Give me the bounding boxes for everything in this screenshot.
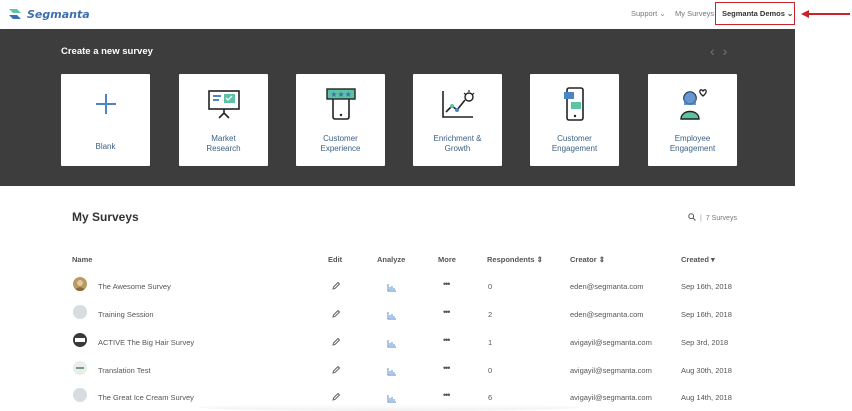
segmanta-logo[interactable]: Segmanta (7, 6, 90, 22)
template-card-market-research[interactable]: Market Research (179, 74, 268, 166)
bar-chart-icon[interactable] (387, 363, 397, 381)
sort-icon: ⇕ (598, 255, 606, 264)
survey-name[interactable]: ACTIVE The Big Hair Survey (98, 338, 194, 347)
create-survey-band: Create a new survey ‹› Blank Market Rese… (0, 29, 795, 186)
chevron-left-icon[interactable]: ‹ (710, 43, 723, 59)
survey-count: 7 Surveys (705, 214, 737, 222)
carousel-arrows: ‹› (710, 43, 735, 59)
template-label: Employee Engagement (669, 134, 716, 153)
column-name: Name (72, 255, 93, 264)
plus-icon (61, 86, 150, 122)
created-date: Aug 14th, 2018 (681, 393, 732, 402)
respondent-count: 2 (488, 310, 493, 319)
table-row[interactable]: ACTIVE The Big Hair Survey ••• 1 avigayi… (0, 328, 795, 355)
sort-desc-icon: ▾ (711, 255, 715, 264)
chevron-down-icon: ⌄ (659, 9, 666, 18)
survey-name[interactable]: The Great Ice Cream Survey (98, 393, 194, 402)
separator: | (700, 214, 702, 222)
survey-search[interactable]: | 7 Surveys (688, 213, 737, 223)
pencil-icon[interactable] (331, 362, 341, 380)
nav-support[interactable]: Support ⌄ (631, 9, 666, 18)
created-date: Aug 30th, 2018 (681, 366, 732, 375)
creator-email: eden@segmanta.com (570, 282, 644, 291)
column-analyze: Analyze (377, 255, 406, 264)
bar-chart-icon[interactable] (387, 335, 397, 353)
column-creator[interactable]: Creator ⇕ (570, 255, 605, 264)
pencil-icon[interactable] (331, 306, 341, 324)
more-dots-icon[interactable]: ••• (443, 307, 451, 317)
avatar (73, 305, 87, 319)
created-date: Sep 3rd, 2018 (681, 338, 729, 347)
template-card-blank[interactable]: Blank (61, 74, 150, 166)
avatar (73, 388, 87, 402)
respondent-count: 0 (488, 282, 493, 291)
my-surveys-title: My Surveys (72, 210, 139, 224)
phone-engagement-icon (530, 86, 619, 122)
bar-chart-icon[interactable] (387, 279, 397, 297)
template-label: Customer Experience (320, 134, 361, 153)
creator-email: avigayil@segmanta.com (570, 393, 652, 402)
created-date: Sep 16th, 2018 (681, 282, 732, 291)
top-header: Segmanta Support ⌄ My Surveys Segmanta D… (0, 0, 795, 29)
template-card-employee-engagement[interactable]: Employee Engagement (648, 74, 737, 166)
more-dots-icon[interactable]: ••• (443, 390, 451, 400)
presentation-icon (179, 86, 268, 122)
bar-chart-icon[interactable] (387, 307, 397, 325)
avatar (73, 361, 87, 375)
survey-name[interactable]: The Awesome Survey (98, 282, 171, 291)
table-row[interactable]: Training Session ••• 2 eden@segmanta.com… (0, 300, 795, 327)
template-label: Customer Engagement (551, 134, 598, 153)
template-label: Enrichment & Growth (433, 134, 482, 153)
template-label: Market Research (206, 134, 241, 153)
template-card-customer-engagement[interactable]: Customer Engagement (530, 74, 619, 166)
logo-mark-icon (7, 6, 23, 22)
template-label: Blank (95, 142, 116, 151)
column-more: More (438, 255, 456, 264)
svg-text:★★★: ★★★ (330, 90, 352, 99)
created-date: Sep 16th, 2018 (681, 310, 732, 319)
respondent-count: 1 (488, 338, 493, 347)
template-card-enrichment-growth[interactable]: Enrichment & Growth (413, 74, 502, 166)
respondent-count: 6 (488, 393, 493, 402)
chevron-right-icon[interactable]: › (723, 43, 736, 59)
more-dots-icon[interactable]: ••• (443, 279, 451, 289)
phone-rating-icon: ★★★ (296, 86, 385, 122)
column-respondents[interactable]: Respondents ⇕ (487, 255, 543, 264)
respondent-count: 0 (488, 366, 493, 375)
more-dots-icon[interactable]: ••• (443, 363, 451, 373)
table-row[interactable]: The Awesome Survey ••• 0 eden@segmanta.c… (0, 272, 795, 299)
survey-name[interactable]: Training Session (98, 310, 154, 319)
employee-heart-icon (648, 86, 737, 122)
more-dots-icon[interactable]: ••• (443, 335, 451, 345)
pencil-icon[interactable] (331, 278, 341, 296)
template-card-customer-experience[interactable]: ★★★ Customer Experience (296, 74, 385, 166)
creator-email: avigayil@segmanta.com (570, 366, 652, 375)
column-created[interactable]: Created ▾ (681, 255, 715, 264)
avatar (73, 277, 87, 291)
avatar (73, 333, 87, 347)
survey-name[interactable]: Translation Test (98, 366, 151, 375)
table-row[interactable]: Translation Test ••• 0 avigayil@segmanta… (0, 356, 795, 383)
scroll-shadow (200, 404, 580, 411)
highlight-box (715, 2, 795, 25)
sort-icon: ⇕ (536, 255, 543, 264)
column-edit: Edit (328, 255, 343, 264)
pencil-icon[interactable] (331, 334, 341, 352)
growth-chart-icon (413, 86, 502, 122)
nav-my-surveys[interactable]: My Surveys (675, 9, 714, 18)
logo-text: Segmanta (27, 7, 90, 21)
create-survey-title: Create a new survey (61, 46, 153, 57)
search-icon[interactable] (688, 213, 696, 223)
annotation-arrow-line (808, 13, 850, 15)
creator-email: avigayil@segmanta.com (570, 338, 652, 347)
creator-email: eden@segmanta.com (570, 310, 644, 319)
